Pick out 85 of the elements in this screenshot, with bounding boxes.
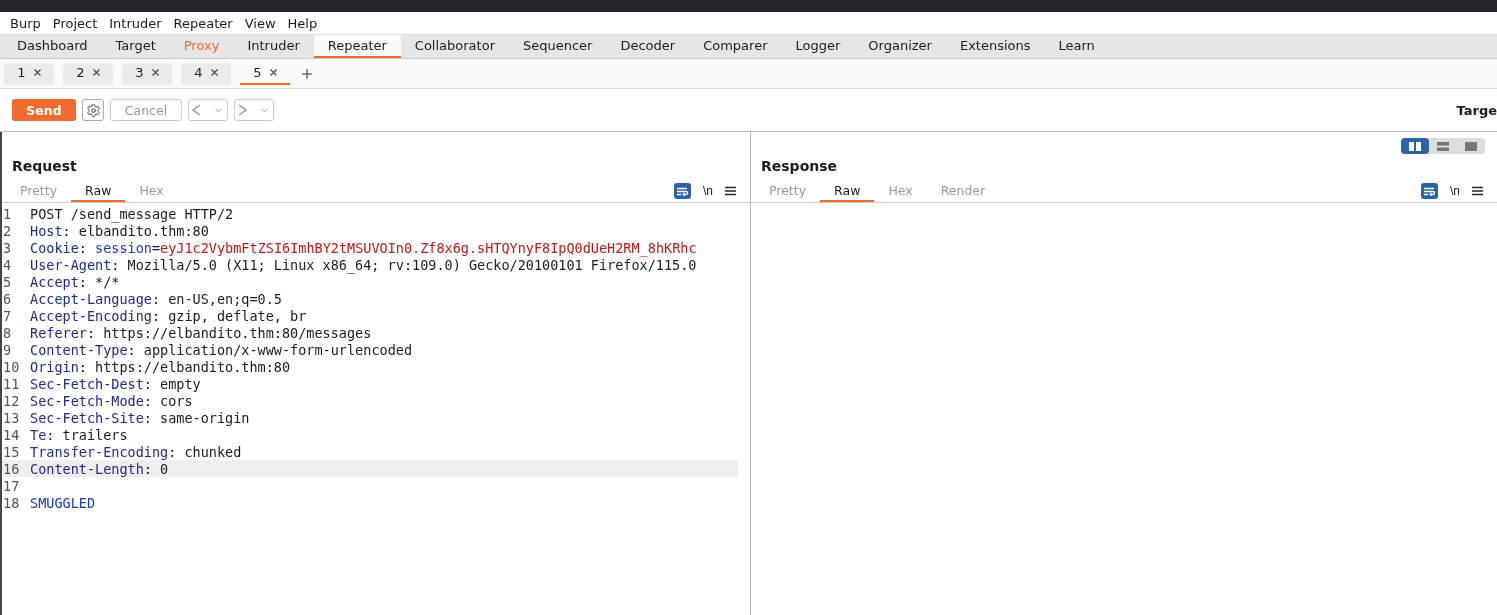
code-line: Te: trailers — [30, 426, 128, 443]
single-pane-icon — [1465, 141, 1477, 151]
menu-item[interactable]: Intruder — [103, 15, 168, 31]
target-label: Targe — [1456, 102, 1497, 118]
line-number: 12 — [2, 392, 21, 409]
line-number: 6 — [2, 290, 13, 307]
close-icon[interactable] — [151, 69, 159, 76]
main-tab[interactable]: Learn — [1044, 35, 1109, 58]
code-line: Accept: */* — [30, 273, 120, 290]
line-number: 18 — [2, 494, 21, 511]
code-line: Origin: https://elbandito.thm:80 — [30, 358, 291, 375]
line-number: 13 — [2, 409, 21, 426]
tab-label: 3 — [135, 65, 144, 80]
line-number: 4 — [2, 256, 13, 273]
main-tab[interactable]: Organizer — [854, 35, 946, 58]
menu-icon[interactable] — [725, 186, 736, 196]
view-tab[interactable]: Raw — [820, 180, 875, 202]
code-line: Sec-Fetch-Dest: empty — [30, 375, 201, 392]
close-icon[interactable] — [33, 69, 41, 76]
code-line: Host: elbandito.thm:80 — [30, 222, 209, 239]
panel-title: Request — [11, 158, 78, 174]
menu-item[interactable]: Repeater — [167, 15, 239, 31]
close-icon[interactable] — [92, 69, 100, 76]
main-tab[interactable]: Decoder — [606, 35, 690, 58]
main-tab[interactable]: Comparer — [689, 35, 782, 58]
code-line: POST /send_message HTTP/2 — [30, 205, 234, 222]
code-line: Sec-Fetch-Site: same-origin — [30, 409, 250, 426]
line-number: 9 — [2, 341, 13, 358]
settings-button[interactable] — [82, 99, 104, 121]
line-number: 14 — [2, 426, 21, 443]
request-tab[interactable]: 1 — [4, 62, 54, 85]
word-wrap-button[interactable] — [674, 183, 691, 199]
code-line: Accept-Language: en-US,en;q=0.5 — [30, 290, 282, 307]
chevron-left-icon — [192, 104, 201, 116]
line-number: 1 — [2, 205, 13, 222]
main-tab[interactable]: Collaborator — [400, 35, 509, 58]
tab-label: 2 — [76, 65, 85, 80]
code-line: Referer: https://elbandito.thm:80/messages — [30, 324, 372, 341]
line-number: 10 — [2, 358, 21, 375]
line-number: 16 — [2, 460, 21, 477]
code-line: Transfer-Encoding: chunked — [30, 443, 242, 460]
code-line: Sec-Fetch-Mode: cors — [30, 392, 193, 409]
main-tab[interactable]: Extensions — [945, 35, 1045, 58]
code-line: User-Agent: Mozilla/5.0 (X11; Linux x86_64; rv:109.0) Gecko/20100101 Firefox/115.0 — [30, 256, 697, 273]
line-number: 11 — [2, 375, 21, 392]
menu-item[interactable]: Help — [281, 15, 324, 31]
tab-label: 4 — [194, 65, 203, 80]
line-number: 5 — [2, 273, 13, 290]
view-tab[interactable]: Raw — [71, 180, 126, 202]
line-number: 17 — [2, 477, 21, 494]
panel-title: Response — [760, 158, 839, 174]
main-tab[interactable]: Logger — [781, 35, 855, 58]
menu-icon[interactable] — [1472, 186, 1483, 196]
main-tab[interactable]: Target — [101, 35, 170, 58]
menu-item[interactable]: View — [238, 15, 282, 31]
line-number: 15 — [2, 443, 21, 460]
line-number: 2 — [2, 222, 13, 239]
main-tab[interactable]: Repeater — [313, 35, 401, 58]
request-tab[interactable]: 4 — [181, 62, 231, 85]
main-tab[interactable]: Intruder — [233, 35, 314, 58]
code-line: Content-Type: application/x-www-form-urlencoded — [30, 341, 413, 358]
tab-label: 1 — [17, 65, 26, 80]
code-line: Accept-Encoding: gzip, deflate, br — [30, 307, 307, 324]
line-number: 3 — [2, 239, 13, 256]
split-rows-icon — [1437, 141, 1449, 151]
main-tab[interactable]: Sequencer — [509, 35, 607, 58]
split-columns-icon — [1409, 141, 1421, 151]
layout-mode-button[interactable] — [1401, 138, 1429, 154]
code-line: SMUGGLED — [30, 494, 96, 511]
menu-item[interactable]: Project — [46, 15, 104, 31]
line-number: 8 — [2, 324, 13, 341]
word-wrap-button[interactable] — [1421, 183, 1438, 199]
code-line: Cookie: session=eyJ1c2VybmFtZSI6ImhBY2tMSUVOIn0.Zf8x6g.sHTQYnyF8IpQ0dUeH2RM_8hKRhc — [30, 239, 697, 256]
close-icon[interactable] — [210, 69, 218, 76]
request-tab[interactable]: 3 — [122, 62, 172, 85]
close-icon[interactable] — [269, 69, 277, 76]
tab-label: 5 — [253, 65, 262, 80]
newline-toggle-button[interactable]: \n — [703, 184, 713, 198]
menu-item[interactable]: Burp — [4, 15, 47, 31]
line-number: 7 — [2, 307, 13, 324]
request-tab[interactable]: 2 — [63, 62, 113, 85]
main-tab[interactable]: Dashboard — [3, 35, 102, 58]
chevron-right-icon — [238, 104, 247, 116]
newline-toggle-button[interactable]: \n — [1450, 184, 1460, 198]
code-line: Content-Length: 0 — [30, 460, 169, 477]
